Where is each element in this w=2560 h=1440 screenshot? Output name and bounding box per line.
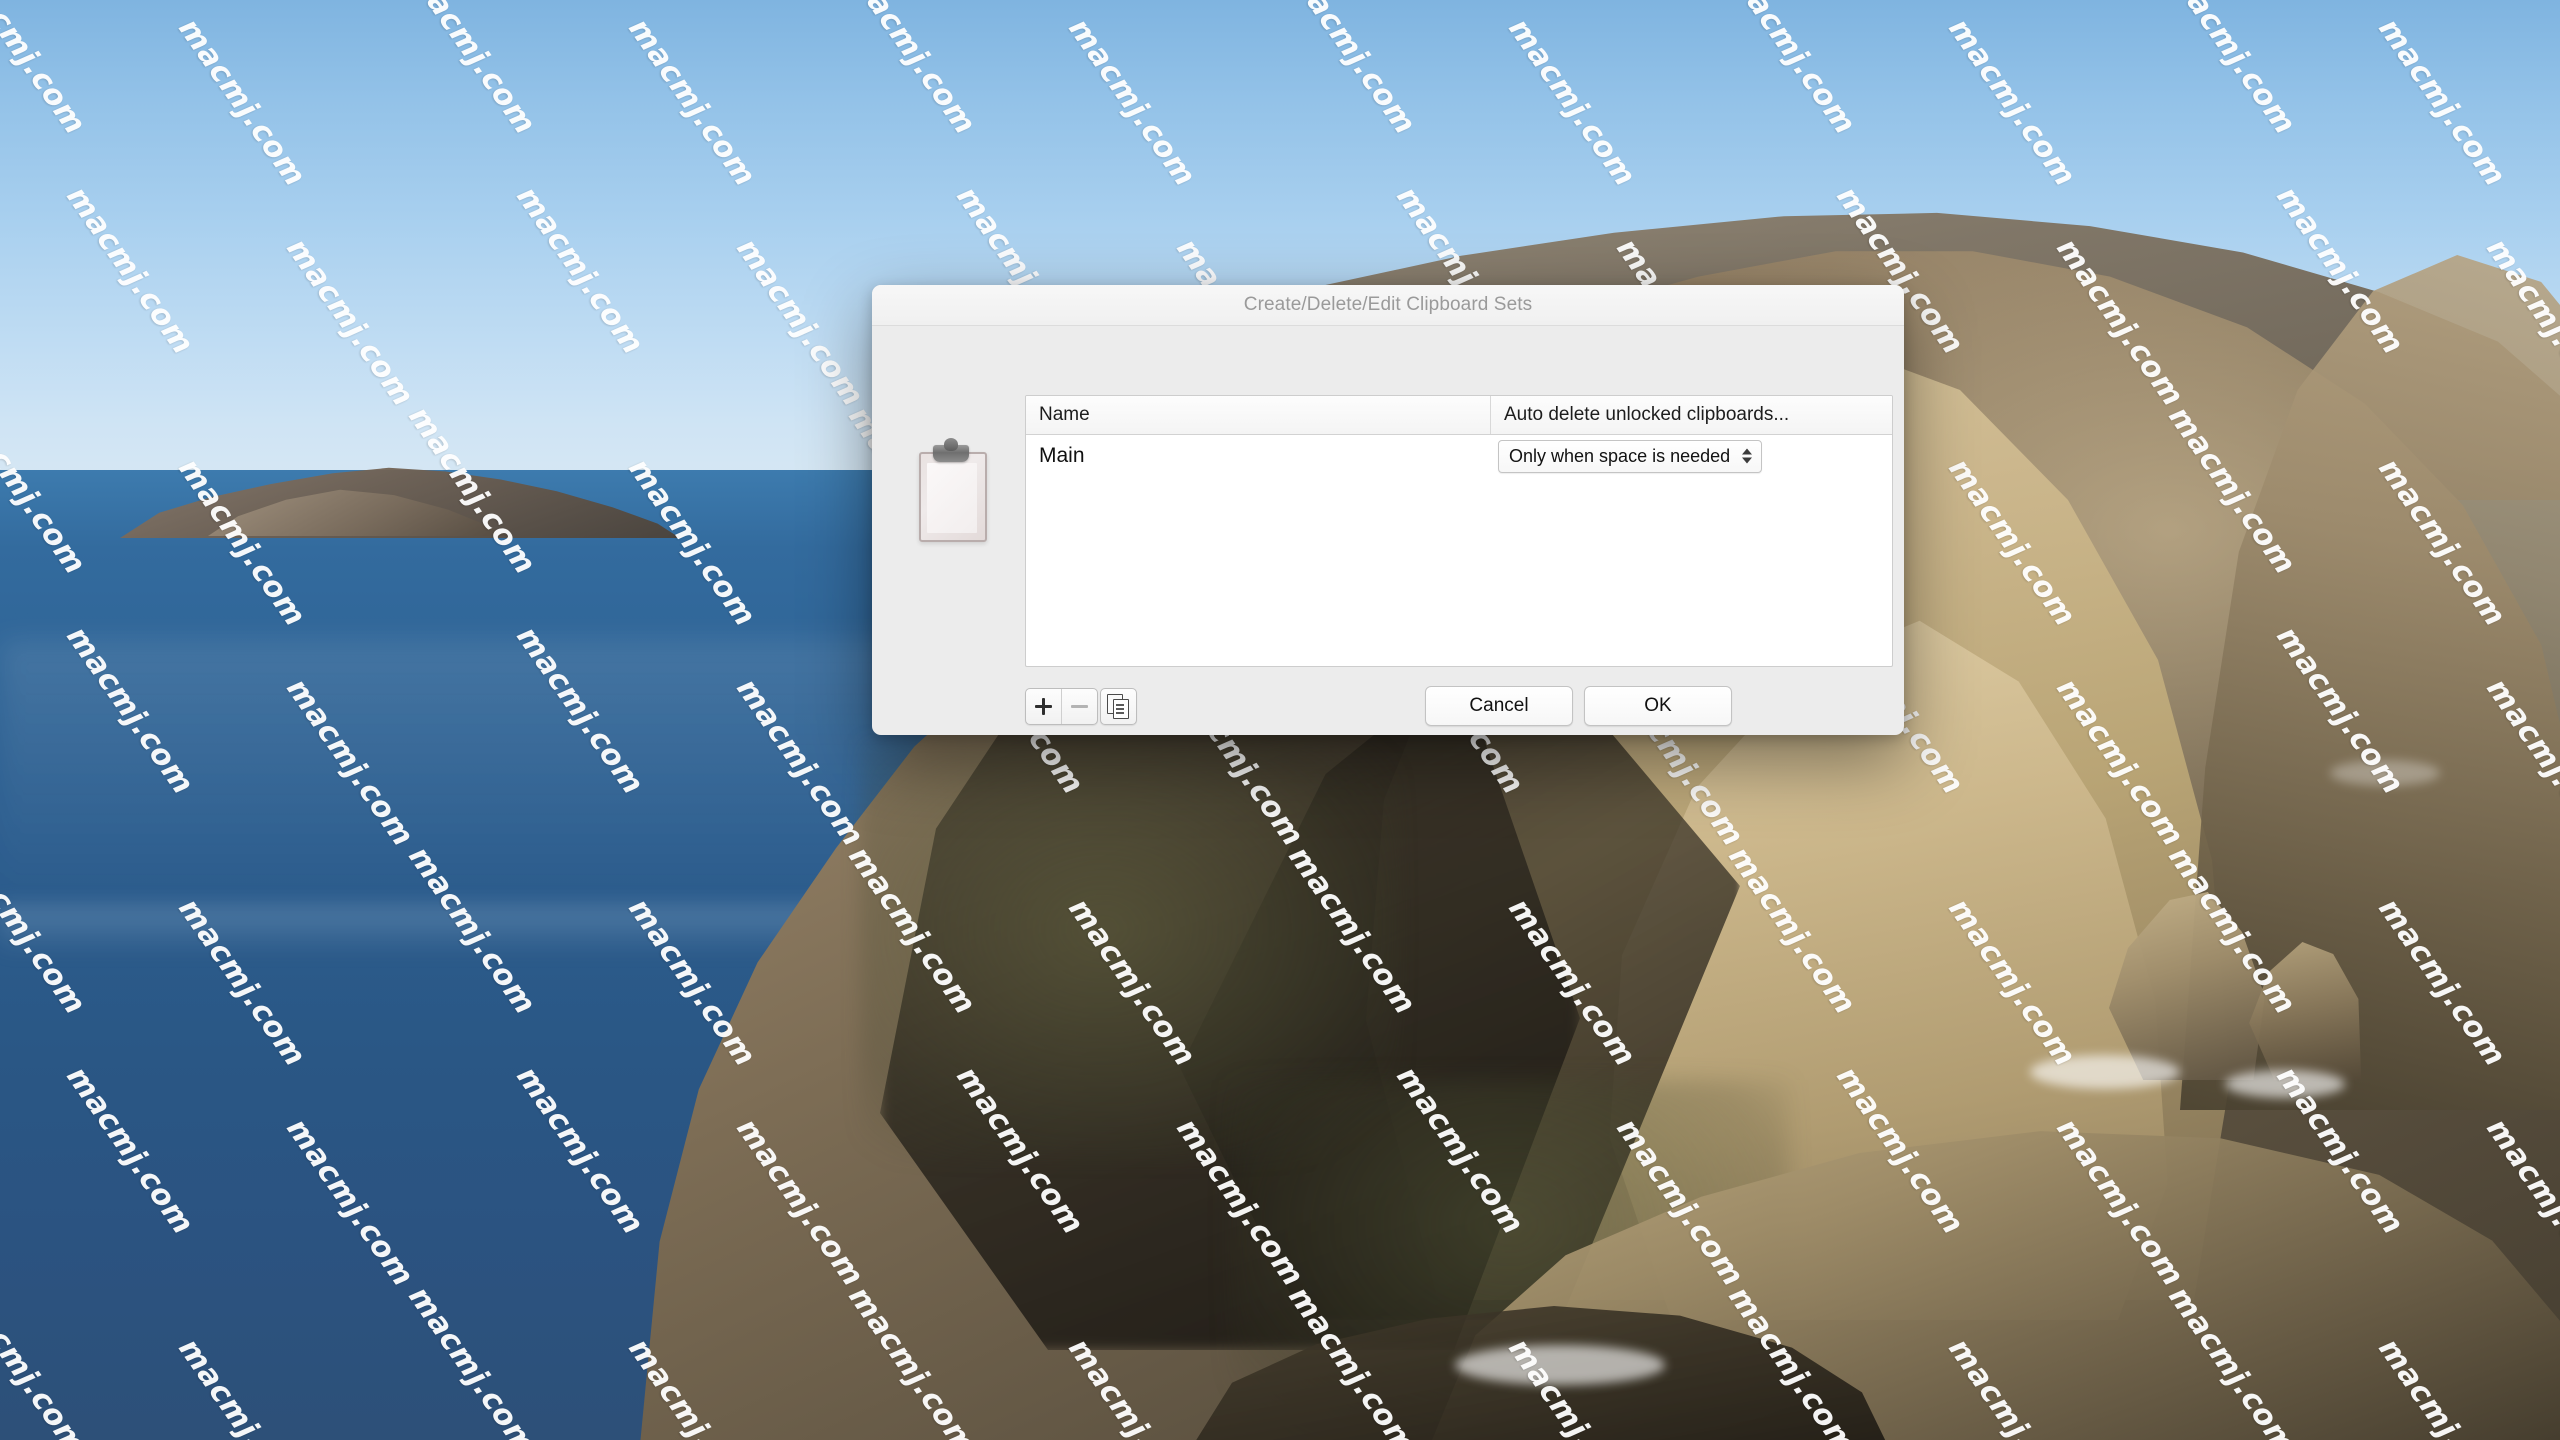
chevron-updown-icon <box>1742 448 1752 464</box>
desktop-screen: macmj.com macmj.com macmj.com macmj.com macm… <box>0 0 2560 1440</box>
duplicate-icon-line-1 <box>1116 704 1124 706</box>
clipboard-icon <box>908 437 996 547</box>
column-header-auto-delete[interactable]: Auto delete unlocked clipboards... <box>1491 396 1892 434</box>
dialog-titlebar[interactable]: Create/Delete/Edit Clipboard Sets <box>872 285 1904 326</box>
wallpaper-surf-d <box>2330 760 2440 786</box>
table-header-row: Name Auto delete unlocked clipboards... <box>1026 396 1892 435</box>
column-header-name[interactable]: Name <box>1026 396 1491 434</box>
duplicate-icon-line-2 <box>1116 708 1124 710</box>
duplicate-clipboard-set-button[interactable] <box>1100 688 1137 725</box>
ok-button[interactable]: OK <box>1584 686 1732 726</box>
dialog-title: Create/Delete/Edit Clipboard Sets <box>1243 294 1533 315</box>
minus-icon <box>1071 705 1088 708</box>
add-remove-segmented-control <box>1025 688 1098 725</box>
wallpaper-surf-b <box>1455 1345 1665 1385</box>
plus-icon-vertical <box>1042 698 1045 715</box>
cancel-button[interactable]: Cancel <box>1425 686 1573 726</box>
wallpaper-surf-a <box>2030 1055 2180 1089</box>
clipboard-sets-dialog: Create/Delete/Edit Clipboard Sets Name A… <box>872 285 1904 735</box>
cell-set-name[interactable]: Main <box>1026 444 1491 468</box>
wallpaper-surf-c <box>2225 1070 2345 1098</box>
remove-clipboard-set-button[interactable] <box>1061 689 1097 724</box>
dialog-body: Name Auto delete unlocked clipboards... … <box>872 326 1904 735</box>
clipboard-clamp-knob <box>944 438 958 451</box>
clipboard-paper <box>927 463 977 533</box>
auto-delete-popup-label: Only when space is needed <box>1509 445 1731 466</box>
clipboard-sets-table[interactable]: Name Auto delete unlocked clipboards... … <box>1025 395 1893 667</box>
clipboard-board <box>919 452 987 542</box>
add-clipboard-set-button[interactable] <box>1026 689 1061 724</box>
table-row[interactable]: Main Only when space is needed <box>1026 435 1892 477</box>
duplicate-icon-line-3 <box>1116 712 1124 714</box>
cell-auto-delete: Only when space is needed <box>1491 439 1892 473</box>
auto-delete-popup-button[interactable]: Only when space is needed <box>1498 439 1762 473</box>
